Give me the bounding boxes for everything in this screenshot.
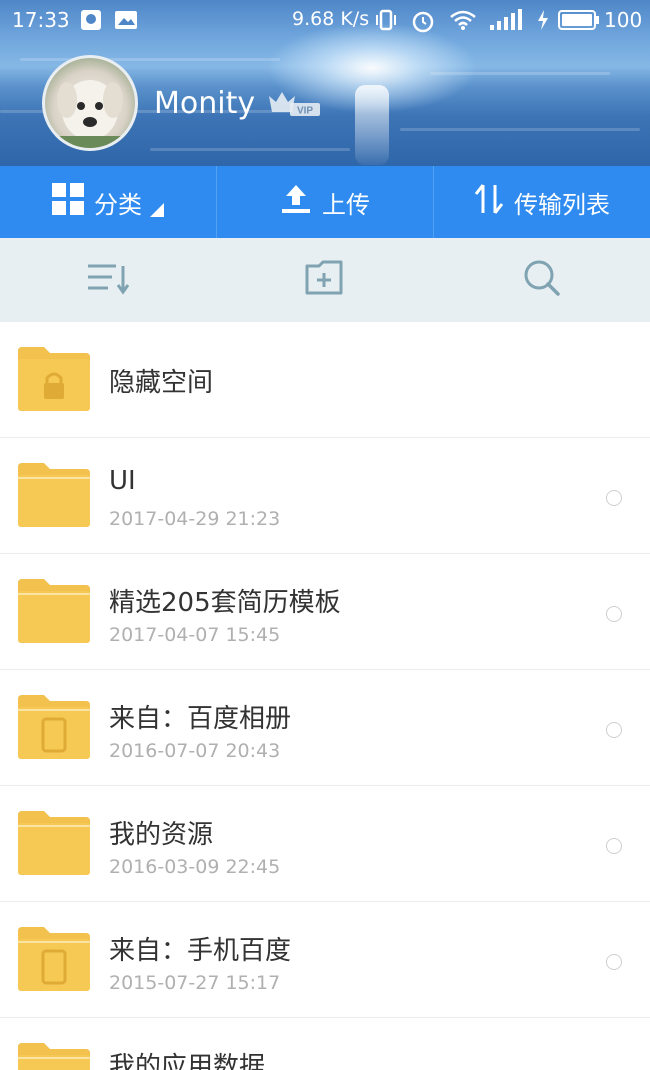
avatar[interactable] bbox=[42, 55, 138, 151]
device-folder-icon bbox=[18, 927, 90, 991]
select-radio[interactable] bbox=[606, 838, 622, 854]
file-name: 来自：百度相册 bbox=[109, 704, 292, 734]
upload-button[interactable]: 上传 bbox=[216, 166, 433, 238]
grid-icon bbox=[52, 183, 84, 221]
select-radio[interactable] bbox=[606, 954, 622, 970]
action-bar: 分类 上传 传输列表 bbox=[0, 166, 650, 238]
dropdown-triangle-icon bbox=[150, 195, 164, 223]
folder-icon bbox=[18, 579, 90, 643]
file-date: 2015-07-27 15:17 bbox=[109, 972, 281, 994]
sort-button[interactable] bbox=[0, 238, 217, 322]
alarm-icon bbox=[411, 9, 435, 38]
file-name: UI bbox=[109, 466, 136, 496]
vip-label: VIP bbox=[297, 106, 313, 117]
vibrate-icon bbox=[375, 9, 397, 36]
upload-label: 上传 bbox=[322, 190, 370, 219]
signal-icon bbox=[490, 9, 524, 36]
file-date: 2017-04-29 21:23 bbox=[109, 508, 281, 530]
list-item[interactable]: UI 2017-04-29 21:23 bbox=[0, 438, 650, 554]
battery-icon bbox=[558, 9, 600, 36]
select-radio[interactable] bbox=[606, 490, 622, 506]
select-radio[interactable] bbox=[606, 722, 622, 738]
toolbar bbox=[0, 238, 650, 322]
transfer-icon bbox=[474, 183, 504, 221]
category-label: 分类 bbox=[94, 190, 142, 219]
file-date: 2016-07-07 20:43 bbox=[109, 740, 281, 762]
new-folder-button[interactable] bbox=[217, 238, 434, 322]
folder-icon bbox=[18, 1043, 90, 1070]
image-notification-icon bbox=[114, 9, 138, 36]
file-name: 精选205套简历模板 bbox=[109, 588, 341, 618]
list-item[interactable]: 精选205套简历模板 2017-04-07 15:45 bbox=[0, 554, 650, 670]
file-list: 隐藏空间 UI 2017-04-29 21:23 精选205套简历模板 2017… bbox=[0, 322, 650, 1070]
wifi-icon bbox=[449, 9, 477, 36]
sort-icon bbox=[86, 260, 130, 300]
charging-icon bbox=[536, 9, 550, 36]
profile-header: 17:33 9.68 K/s 100 Monity VIP bbox=[0, 0, 650, 166]
file-date: 2016-03-09 22:45 bbox=[109, 856, 281, 878]
new-folder-icon bbox=[305, 260, 345, 300]
qq-icon bbox=[80, 9, 102, 36]
battery-level: 100 bbox=[604, 8, 643, 32]
file-date: 2017-04-07 15:45 bbox=[109, 624, 281, 646]
category-button[interactable]: 分类 bbox=[0, 166, 216, 238]
search-icon bbox=[523, 259, 561, 301]
file-name: 我的应用数据 bbox=[109, 1052, 266, 1070]
device-folder-icon bbox=[18, 695, 90, 759]
list-item[interactable]: 我的资源 2016-03-09 22:45 bbox=[0, 786, 650, 902]
file-name: 隐藏空间 bbox=[109, 368, 214, 398]
file-name: 我的资源 bbox=[109, 820, 214, 850]
list-item[interactable]: 来自：手机百度 2015-07-27 15:17 bbox=[0, 902, 650, 1018]
status-bar: 17:33 9.68 K/s 100 bbox=[0, 0, 650, 40]
file-name: 来自：手机百度 bbox=[109, 936, 292, 966]
upload-icon bbox=[280, 183, 312, 221]
transfer-list-label: 传输列表 bbox=[514, 190, 610, 219]
folder-icon bbox=[18, 811, 90, 875]
network-speed: 9.68 K/s bbox=[292, 8, 370, 30]
folder-icon bbox=[18, 463, 90, 527]
username[interactable]: Monity bbox=[154, 86, 255, 121]
select-radio[interactable] bbox=[606, 606, 622, 622]
list-item[interactable]: 隐藏空间 bbox=[0, 322, 650, 438]
search-button[interactable] bbox=[433, 238, 650, 322]
locked-folder-icon bbox=[18, 347, 90, 411]
list-item[interactable]: 来自：百度相册 2016-07-07 20:43 bbox=[0, 670, 650, 786]
vip-badge[interactable]: VIP bbox=[266, 88, 322, 122]
status-time: 17:33 bbox=[12, 8, 70, 32]
transfer-list-button[interactable]: 传输列表 bbox=[433, 166, 650, 238]
list-item[interactable]: 我的应用数据 bbox=[0, 1018, 650, 1070]
